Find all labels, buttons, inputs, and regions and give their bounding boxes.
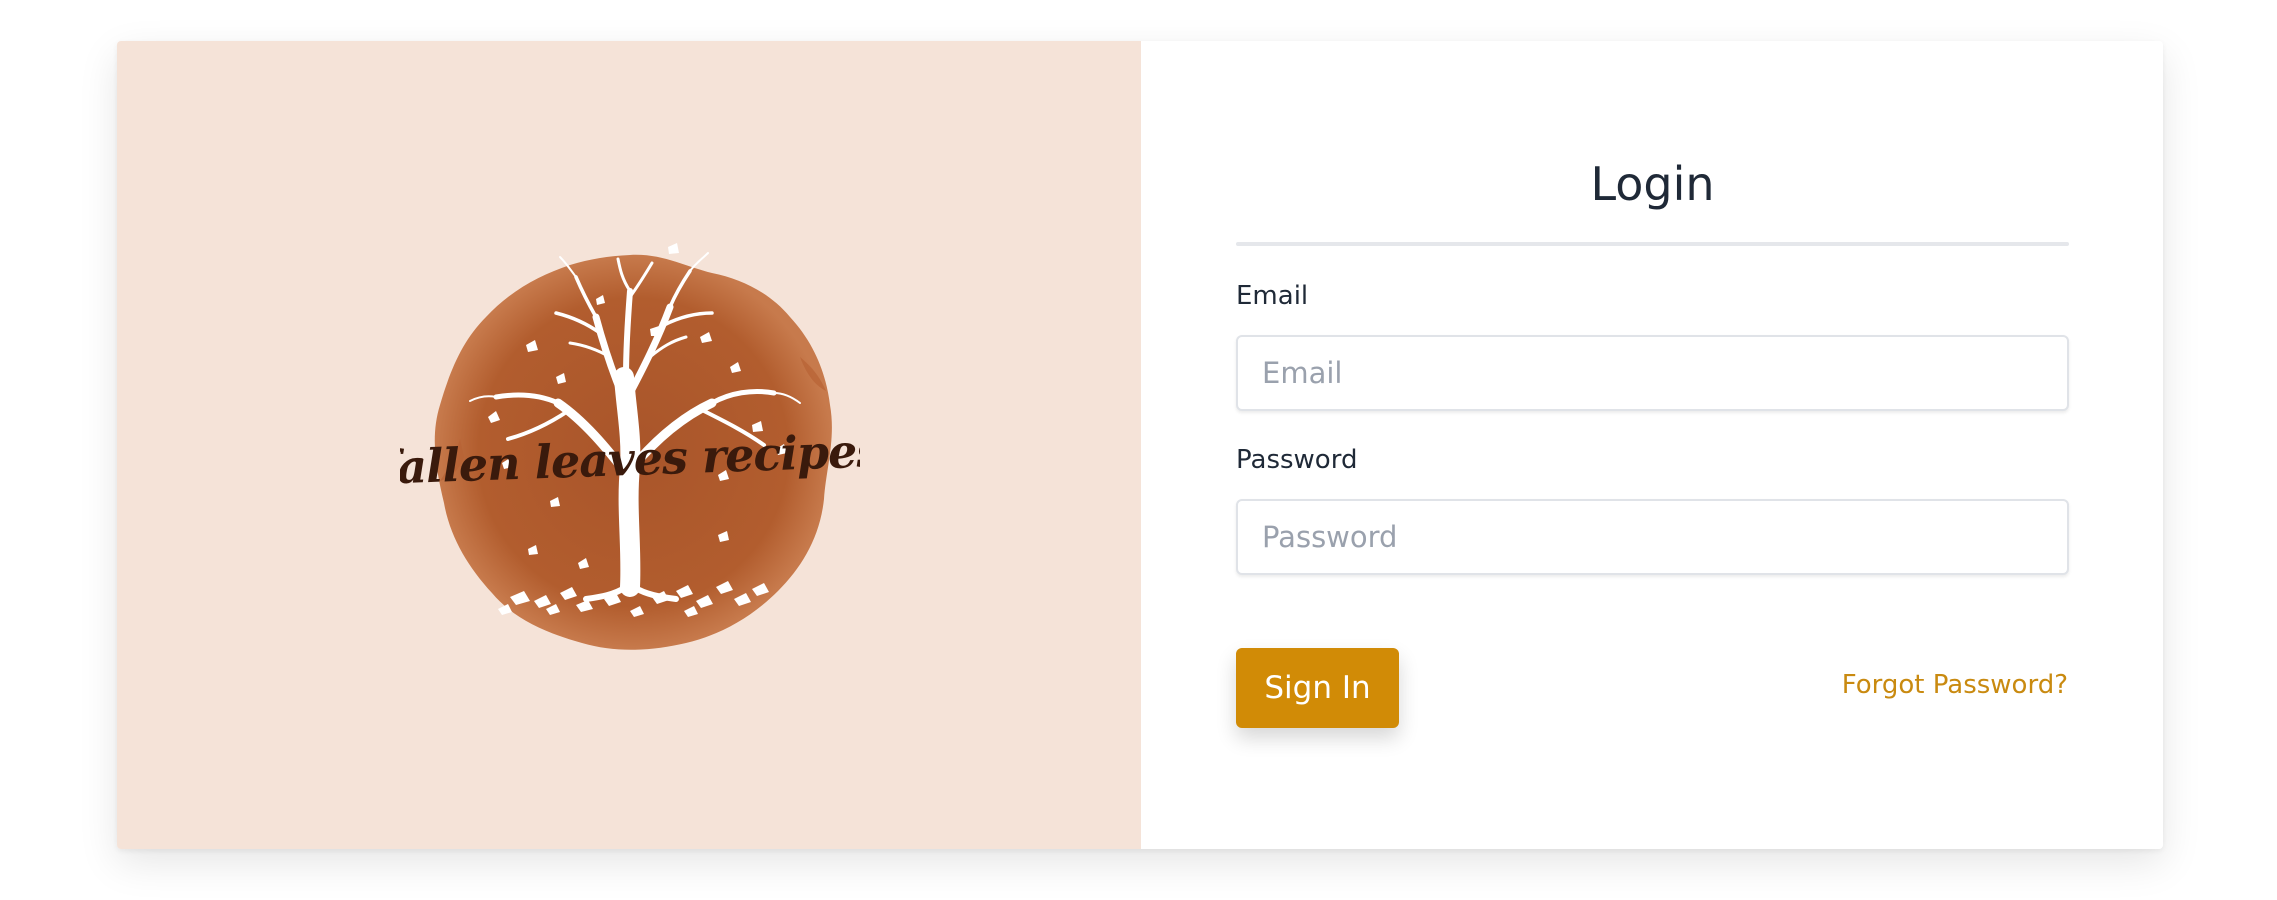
brand-logo: fallen leaves recipes	[400, 207, 860, 667]
title-divider	[1236, 242, 2069, 246]
email-field[interactable]	[1236, 335, 2069, 411]
page-title: Login	[1590, 157, 1715, 211]
sign-in-button[interactable]: Sign In	[1236, 648, 1399, 728]
tree-with-falling-leaves-icon: fallen leaves recipes	[400, 243, 860, 650]
login-form-panel: Login Email Password Sign In Forgot Pass…	[1141, 41, 2163, 849]
password-label: Password	[1236, 445, 1358, 475]
login-card: fallen leaves recipes Login Email Passwo…	[117, 41, 2163, 849]
brand-panel: fallen leaves recipes	[117, 41, 1141, 849]
email-label: Email	[1236, 281, 1309, 311]
forgot-password-link[interactable]: Forgot Password?	[1842, 670, 2068, 700]
password-field[interactable]	[1236, 499, 2069, 575]
